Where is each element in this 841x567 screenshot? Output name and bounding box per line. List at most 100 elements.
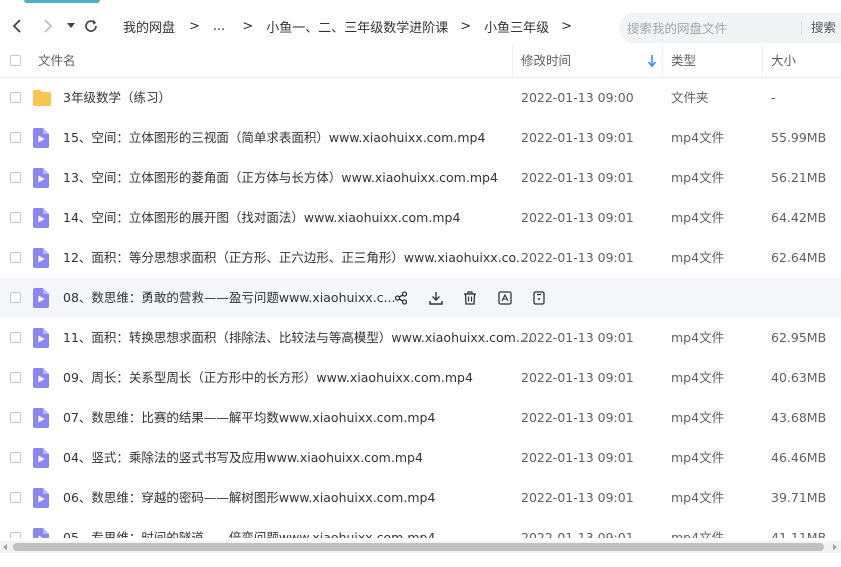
refresh-icon: [85, 20, 97, 32]
file-type: mp4文件: [671, 450, 725, 465]
column-divider: [512, 45, 513, 77]
file-size: -: [771, 90, 776, 105]
row-checkbox[interactable]: [10, 292, 21, 303]
column-header-size[interactable]: 大小: [771, 45, 796, 77]
file-row[interactable]: 06、数思维：穿越的密码——解树图形www.xiaohuixx.com.mp4 2…: [0, 478, 841, 518]
download-icon[interactable]: [426, 288, 446, 308]
file-row[interactable]: 15、空间：立体图形的三视面（简单求表面积）www.xiaohuixx.com.…: [0, 118, 841, 158]
file-row[interactable]: 12、面积：等分思想求面积（正方形、正六边形、正三角形）www.xiaohuix…: [0, 238, 841, 278]
file-type: mp4文件: [671, 330, 725, 345]
navigation-bar: 我的网盘 > ... > 小鱼一、二、三年级数学进阶课 > 小鱼三年级 > 搜索: [0, 8, 841, 44]
horizontal-scrollbar[interactable]: [0, 541, 841, 553]
file-size: 64.42MB: [771, 210, 827, 225]
delete-icon[interactable]: [460, 288, 480, 308]
file-size: 39.71MB: [771, 490, 827, 505]
row-checkbox[interactable]: [10, 92, 21, 103]
rename-icon[interactable]: [495, 288, 515, 308]
file-row[interactable]: 05、专思维：时间的隧道——倍变问题www.xiaohuixx.com.mp4 2…: [0, 518, 841, 538]
row-checkbox[interactable]: [10, 252, 21, 263]
file-size: 62.95MB: [771, 330, 827, 345]
file-size: 55.99MB: [771, 130, 827, 145]
file-row[interactable]: 04、竖式：乘除法的竖式书写及应用www.xiaohuixx.com.mp4 20…: [0, 438, 841, 478]
file-name[interactable]: 13、空间：立体图形的菱角面（正方体与长方体）www.xiaohuixx.com…: [63, 158, 498, 198]
breadcrumb-separator: >: [189, 18, 200, 34]
file-name[interactable]: 08、数思维：勇敢的营救——盈亏问题www.xiaohuixx.c...: [63, 278, 395, 318]
file-type: mp4文件: [671, 250, 725, 265]
file-type: mp4文件: [671, 410, 725, 425]
file-size: 56.21MB: [771, 170, 827, 185]
row-checkbox[interactable]: [10, 332, 21, 343]
active-tab-indicator: [24, 0, 100, 3]
file-name[interactable]: 06、数思维：穿越的密码——解树图形www.xiaohuixx.com.mp4: [63, 478, 435, 518]
column-header-modified[interactable]: 修改时间: [521, 45, 571, 77]
file-name[interactable]: 09、周长：关系型周长（正方形中的长方形）www.xiaohuixx.com.m…: [63, 358, 473, 398]
row-checkbox[interactable]: [10, 172, 21, 183]
video-file-icon: [33, 368, 51, 388]
file-type: mp4文件: [671, 490, 725, 505]
search-button[interactable]: 搜索: [811, 13, 836, 43]
file-row[interactable]: 14、空间：立体图形的展开图（找对面法）www.xiaohuixx.com.mp…: [0, 198, 841, 238]
breadcrumb-item-home[interactable]: 我的网盘: [123, 17, 175, 36]
refresh-button[interactable]: [82, 8, 100, 44]
video-file-icon: [33, 168, 51, 188]
file-row[interactable]: 3年级数学（练习） 2022-01-13 09:00 文件夹 -: [0, 78, 841, 118]
file-name[interactable]: 14、空间：立体图形的展开图（找对面法）www.xiaohuixx.com.mp…: [63, 198, 460, 238]
file-name[interactable]: 12、面积：等分思想求面积（正方形、正六边形、正三角形）www.xiaohuix…: [63, 238, 528, 278]
file-modified: 2022-01-13 09:01: [521, 130, 634, 145]
video-file-icon: [33, 488, 51, 508]
row-checkbox[interactable]: [10, 412, 21, 423]
sort-desc-icon[interactable]: [647, 54, 657, 68]
file-row[interactable]: 09、周长：关系型周长（正方形中的长方形）www.xiaohuixx.com.m…: [0, 358, 841, 398]
file-modified: 2022-01-13 09:00: [521, 90, 634, 105]
video-file-icon: [33, 328, 51, 348]
file-name[interactable]: 05、专思维：时间的隧道——倍变问题www.xiaohuixx.com.mp4: [63, 518, 435, 538]
caret-down-icon: [67, 23, 75, 28]
row-actions: [391, 288, 564, 308]
search-divider: [801, 21, 802, 35]
file-name[interactable]: 11、面积：转换思想求面积（排除法、比较法与等高模型）www.xiaohuixx…: [63, 318, 532, 358]
breadcrumb-item-current[interactable]: 小鱼三年级: [484, 17, 549, 36]
file-list-header: 文件名 修改时间 类型 大小: [0, 45, 841, 78]
file-name[interactable]: 3年级数学（练习）: [63, 78, 171, 118]
select-all-checkbox[interactable]: [10, 55, 21, 66]
column-divider: [662, 45, 663, 77]
column-header-name[interactable]: 文件名: [38, 45, 76, 77]
breadcrumb-separator: >: [460, 18, 472, 34]
file-modified: 2022-01-13 09:01: [521, 250, 634, 265]
history-dropdown[interactable]: [64, 8, 78, 44]
row-checkbox[interactable]: [10, 492, 21, 503]
row-checkbox[interactable]: [10, 372, 21, 383]
row-checkbox[interactable]: [10, 212, 21, 223]
row-checkbox[interactable]: [10, 532, 21, 538]
back-button[interactable]: [6, 8, 28, 44]
more-icon[interactable]: [529, 288, 549, 308]
file-row[interactable]: 08、数思维：勇敢的营救——盈亏问题www.xiaohuixx.c...: [0, 278, 841, 318]
file-name[interactable]: 15、空间：立体图形的三视面（简单求表面积）www.xiaohuixx.com.…: [63, 118, 485, 158]
chevron-left-icon: [12, 19, 21, 33]
forward-button[interactable]: [38, 8, 58, 44]
file-name[interactable]: 04、竖式：乘除法的竖式书写及应用www.xiaohuixx.com.mp4: [63, 438, 423, 478]
file-row[interactable]: 13、空间：立体图形的菱角面（正方体与长方体）www.xiaohuixx.com…: [0, 158, 841, 198]
scroll-right-arrow-icon[interactable]: [833, 544, 837, 550]
file-row[interactable]: 07、数思维：比赛的结果——解平均数www.xiaohuixx.com.mp4 2…: [0, 398, 841, 438]
chevron-right-icon: [44, 19, 53, 33]
share-icon[interactable]: [391, 288, 411, 308]
file-row[interactable]: 11、面积：转换思想求面积（排除法、比较法与等高模型）www.xiaohuixx…: [0, 318, 841, 358]
video-file-icon: [33, 128, 51, 148]
breadcrumb-separator: >: [561, 18, 573, 34]
file-modified: 2022-01-13 09:01: [521, 210, 634, 225]
scroll-left-arrow-icon[interactable]: [3, 544, 7, 550]
scrollbar-thumb[interactable]: [13, 543, 824, 551]
column-header-type[interactable]: 类型: [671, 45, 696, 77]
breadcrumb-separator: >: [242, 18, 254, 34]
breadcrumb-item-course[interactable]: 小鱼一、二、三年级数学进阶课: [266, 17, 448, 36]
search-input[interactable]: [627, 13, 797, 43]
file-name[interactable]: 07、数思维：比赛的结果——解平均数www.xiaohuixx.com.mp4: [63, 398, 435, 438]
row-checkbox[interactable]: [10, 132, 21, 143]
file-list: 3年级数学（练习） 2022-01-13 09:00 文件夹 - 15、空间：立体图形的…: [0, 78, 841, 538]
breadcrumb: 我的网盘 > ... > 小鱼一、二、三年级数学进阶课 > 小鱼三年级 >: [123, 8, 585, 44]
file-size: 40.63MB: [771, 370, 827, 385]
row-checkbox[interactable]: [10, 452, 21, 463]
breadcrumb-item-ellipsis[interactable]: ...: [213, 19, 225, 34]
file-modified: 2022-01-13 09:01: [521, 330, 634, 345]
